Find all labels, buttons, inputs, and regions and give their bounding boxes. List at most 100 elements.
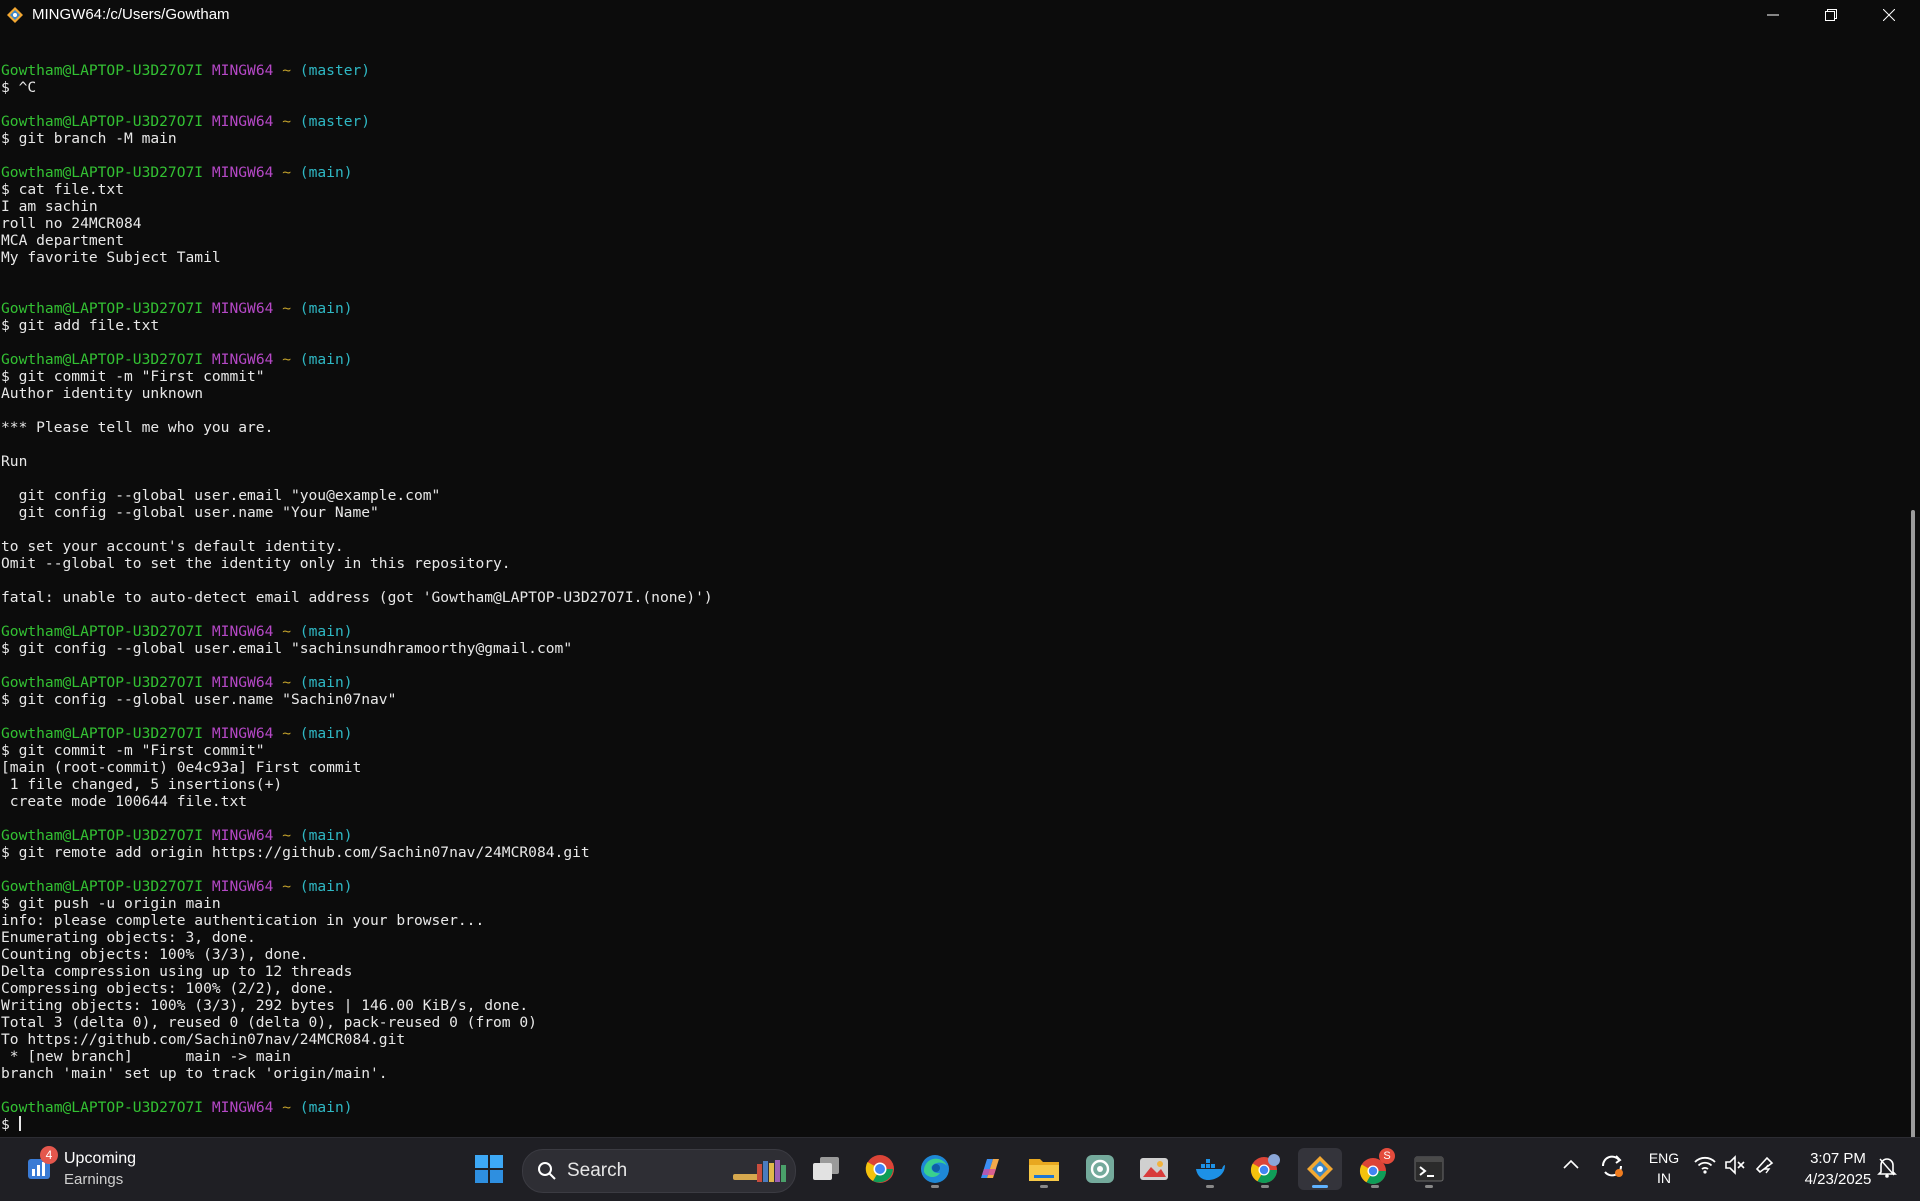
- prompt-path: ~: [282, 827, 291, 844]
- prompt-user: Gowtham@LAPTOP-U3D27O7I: [1, 1099, 204, 1116]
- output-line: 1 file changed, 5 insertions(+): [1, 776, 283, 793]
- output-line: create mode 100644 file.txt: [1, 793, 248, 810]
- prompt-line: Gowtham@LAPTOP-U3D27O7I MINGW64 ~ (main): [1, 827, 353, 844]
- command-line: $ ^C: [1, 79, 37, 96]
- terminal-text: Gowtham@LAPTOP-U3D27O7I MINGW64 ~ (maste…: [1, 62, 713, 1133]
- output-line: git config --global user.email "you@exam…: [1, 487, 441, 504]
- taskbar: 4 Upcoming Earnings Search S ENG IN 3:07…: [0, 1137, 1920, 1201]
- volume-muted-icon: [1725, 1155, 1745, 1175]
- prompt-path: ~: [282, 164, 291, 181]
- photos-taskbar-button[interactable]: [1132, 1148, 1176, 1190]
- close-icon: [1883, 8, 1895, 21]
- search-icon: [538, 1162, 556, 1180]
- terminal-output-area[interactable]: Gowtham@LAPTOP-U3D27O7I MINGW64 ~ (maste…: [0, 29, 1904, 1137]
- window-title: MINGW64:/c/Users/Gowtham: [32, 6, 230, 23]
- prompt-line: Gowtham@LAPTOP-U3D27O7I MINGW64 ~ (main): [1, 351, 353, 368]
- file-explorer-taskbar-button[interactable]: [1022, 1148, 1066, 1190]
- prompt-user: Gowtham@LAPTOP-U3D27O7I: [1, 878, 204, 895]
- terminal-scrollbar[interactable]: [1904, 29, 1920, 1147]
- prompt-line: Gowtham@LAPTOP-U3D27O7I MINGW64 ~ (main): [1, 1099, 353, 1116]
- close-button[interactable]: [1860, 0, 1918, 29]
- prompt-path: ~: [282, 113, 291, 130]
- prompt-line: Gowtham@LAPTOP-U3D27O7I MINGW64 ~ (main): [1, 725, 353, 742]
- prompt-line: Gowtham@LAPTOP-U3D27O7I MINGW64 ~ (maste…: [1, 62, 370, 79]
- output-line: info: please complete authentication in …: [1, 912, 485, 929]
- output-line: MCA department: [1, 232, 125, 249]
- task-view-button[interactable]: [804, 1148, 848, 1190]
- search-highlight-books-icon: [733, 1160, 786, 1182]
- start-icon: [475, 1155, 503, 1183]
- sync-warning-icon: [1601, 1155, 1623, 1177]
- widget-title: Upcoming: [64, 1150, 137, 1167]
- clock[interactable]: 3:07 PM 4/23/2025: [1790, 1148, 1886, 1190]
- prompt-branch: (main): [299, 300, 353, 317]
- widget-badge: 4: [40, 1146, 58, 1164]
- prompt-branch: (main): [299, 351, 353, 368]
- docker-icon: [1196, 1159, 1225, 1180]
- search-placeholder: Search: [567, 1160, 628, 1181]
- prompt-user: Gowtham@LAPTOP-U3D27O7I: [1, 164, 204, 181]
- window-titlebar[interactable]: MINGW64:/c/Users/Gowtham: [0, 0, 1920, 29]
- edge-icon: [921, 1155, 949, 1183]
- sync-status-button[interactable]: [1598, 1153, 1626, 1183]
- output-line: git config --global user.name "Your Name…: [1, 504, 379, 521]
- tray-overflow-chevron[interactable]: [1561, 1156, 1581, 1173]
- command-line: $ git config --global user.name "Sachin0…: [1, 691, 397, 708]
- prompt-path: ~: [282, 1099, 291, 1116]
- restore-button[interactable]: [1802, 0, 1860, 29]
- start-button[interactable]: [467, 1148, 511, 1190]
- prompt-branch: (master): [299, 113, 371, 130]
- output-line: My favorite Subject Tamil: [1, 249, 221, 266]
- clock-date: 4/23/2025: [1804, 1171, 1872, 1188]
- prompt-user: Gowtham@LAPTOP-U3D27O7I: [1, 725, 204, 742]
- output-line: roll no 24MCR084: [1, 215, 142, 232]
- prompt-user: Gowtham@LAPTOP-U3D27O7I: [1, 351, 204, 368]
- language-indicator[interactable]: ENG IN: [1644, 1148, 1684, 1188]
- chrome-profile-taskbar-button[interactable]: [1243, 1148, 1287, 1190]
- scrollbar-thumb[interactable]: [1911, 510, 1915, 1147]
- command-line: $: [1, 1116, 19, 1133]
- chrome-taskbar-button[interactable]: [858, 1148, 902, 1190]
- widgets-button[interactable]: 4 Upcoming Earnings: [22, 1146, 152, 1194]
- prompt-system: MINGW64: [211, 351, 274, 368]
- battery-charging-icon: [1755, 1156, 1774, 1174]
- prompt-path: ~: [282, 725, 291, 742]
- taskbar-search-box[interactable]: Search: [522, 1149, 796, 1193]
- chrome-icon: [865, 1155, 894, 1183]
- prompt-system: MINGW64: [211, 113, 274, 130]
- edge-running-indicator: [931, 1185, 939, 1188]
- prompt-path: ~: [282, 623, 291, 640]
- prompt-branch: (main): [299, 827, 353, 844]
- command-line: $ git remote add origin https://github.c…: [1, 844, 590, 861]
- prompt-path: ~: [282, 674, 291, 691]
- edge-taskbar-button[interactable]: [913, 1148, 957, 1190]
- file-explorer-running-indicator: [1040, 1185, 1048, 1188]
- command-line: $ cat file.txt: [1, 181, 125, 198]
- terminal-taskbar-button[interactable]: [1407, 1148, 1451, 1190]
- command-line: $ git push -u origin main: [1, 895, 221, 912]
- file-explorer-icon: [1029, 1159, 1059, 1181]
- restore-icon: [1825, 8, 1837, 21]
- language-region: IN: [1657, 1170, 1671, 1186]
- docker-taskbar-button[interactable]: [1188, 1148, 1232, 1190]
- minimize-icon: [1767, 14, 1779, 15]
- prompt-branch: (main): [299, 674, 353, 691]
- chatgpt-icon: [1086, 1155, 1114, 1183]
- docker-running-indicator: [1206, 1185, 1214, 1188]
- prompt-system: MINGW64: [211, 674, 274, 691]
- copilot-taskbar-button[interactable]: [968, 1148, 1012, 1190]
- prompt-branch: (main): [299, 623, 353, 640]
- command-line: $ git add file.txt: [1, 317, 160, 334]
- chrome-badge-running-indicator: [1371, 1185, 1379, 1188]
- text-cursor: [18, 1116, 21, 1131]
- git-bash-taskbar-button[interactable]: [1298, 1148, 1342, 1190]
- output-line: Compressing objects: 100% (2/2), done.: [1, 980, 335, 997]
- minimize-button[interactable]: [1744, 0, 1802, 29]
- output-line: Author identity unknown: [1, 385, 204, 402]
- chatgpt-taskbar-button[interactable]: [1078, 1148, 1122, 1190]
- notifications-button[interactable]: [1876, 1156, 1898, 1182]
- output-line: I am sachin: [1, 198, 98, 215]
- prompt-line: Gowtham@LAPTOP-U3D27O7I MINGW64 ~ (main): [1, 623, 353, 640]
- chrome-badge-taskbar-button[interactable]: S: [1353, 1148, 1397, 1190]
- prompt-user: Gowtham@LAPTOP-U3D27O7I: [1, 113, 204, 130]
